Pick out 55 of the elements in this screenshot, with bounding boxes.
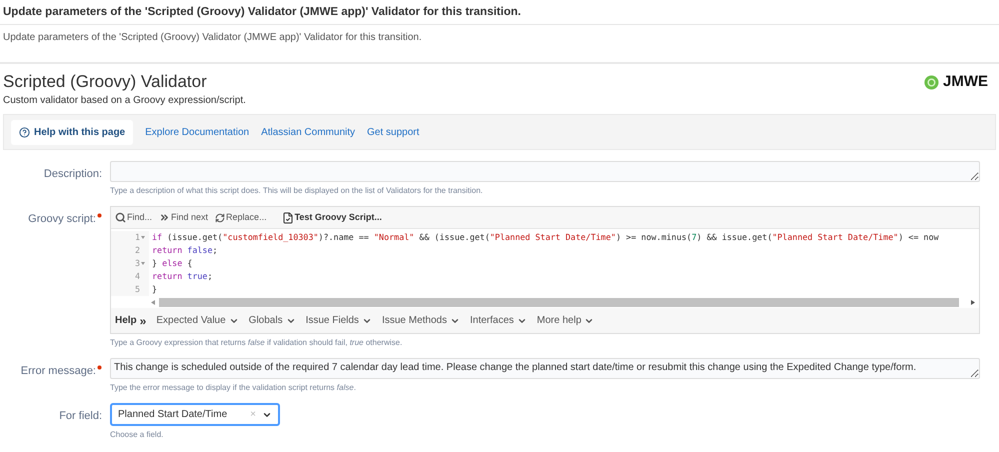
- code-line: return true;: [152, 270, 214, 284]
- refresh-icon: [215, 212, 226, 223]
- help-menu-dropdown[interactable]: More help: [536, 313, 594, 328]
- field-hint: Type a description of what this script does. This will be displayed on the list of Validators for the transition.: [110, 185, 484, 198]
- code-line: return false;: [152, 244, 219, 258]
- field-label: Error message:: [20, 364, 96, 380]
- dialog-title: Update parameters of the 'Scripted (Groovy) Validator (JMWE app)' Validator for this transition.: [3, 5, 522, 20]
- intro-text: Update parameters of the 'Scripted (Groovy) Validator (JMWE app)' Validator for this transition.: [2, 31, 423, 46]
- gear-logo-icon: [924, 74, 939, 90]
- toolbar-button[interactable]: Replace...: [215, 211, 267, 224]
- help-link[interactable]: Explore Documentation: [145, 124, 250, 140]
- help-menu-dropdown[interactable]: Expected Value: [156, 313, 239, 328]
- help-menu-dropdown[interactable]: Issue Fields: [306, 313, 372, 328]
- line-number: 5: [134, 283, 140, 296]
- line-number: 2: [134, 244, 140, 258]
- help-menu-dropdown[interactable]: Globals: [248, 313, 296, 328]
- code-line: if (issue.get("customfield_10303")?.name == "Normal" && (issue.get("Planned Start Date/Time") >= now.minus(7) && issue.get("Planned Start Date/Time") <= now: [152, 231, 940, 244]
- help-arrow: »: [140, 316, 146, 326]
- description-field[interactable]: [110, 161, 980, 182]
- help-link[interactable]: Get support: [367, 124, 420, 140]
- scroll-left-icon[interactable]: [151, 300, 155, 305]
- help-link[interactable]: Atlassian Community: [261, 124, 355, 140]
- scroll-right-icon[interactable]: [971, 300, 975, 305]
- brand-logo-text: JMWE: [943, 72, 988, 92]
- required-icon: [97, 213, 102, 218]
- field-select[interactable]: Planned Start Date/Time ×: [110, 403, 280, 426]
- line-number: 4: [134, 270, 140, 284]
- help-link[interactable]: Help with this page: [11, 120, 134, 145]
- field-label: Description:: [44, 167, 102, 182]
- page-title: Scripted (Groovy) Validator: [3, 72, 208, 92]
- line-number: 1: [134, 231, 140, 244]
- document-check-icon: [282, 212, 294, 224]
- fold-caret-icon[interactable]: [141, 262, 145, 266]
- toolbar-button[interactable]: Find...: [115, 211, 152, 224]
- field-hint: Type the error message to display if the validation script returns false.: [110, 382, 357, 394]
- horizontal-scrollbar[interactable]: [159, 298, 959, 307]
- search-icon: [115, 212, 126, 224]
- code-line: }: [152, 283, 158, 296]
- field-label: Groovy script:: [28, 212, 96, 228]
- field-label: For field:: [59, 409, 102, 424]
- field-hint: Type a Groovy expression that returns false if validation should fail, true otherwise.: [110, 337, 404, 350]
- field-hint: Choose a field.: [110, 429, 164, 442]
- toolbar-button[interactable]: Test Groovy Script...: [282, 211, 382, 224]
- help-icon: [19, 126, 30, 138]
- toolbar-button[interactable]: Find next: [159, 211, 208, 224]
- help-menu-dropdown[interactable]: Issue Methods: [382, 313, 460, 328]
- page-subtitle: Custom validator based on a Groovy expression/script.: [3, 94, 246, 108]
- help-menu-dropdown[interactable]: Interfaces: [470, 313, 527, 328]
- fold-caret-icon[interactable]: [141, 236, 145, 240]
- line-number: 3: [134, 257, 140, 270]
- help-label: Help: [115, 314, 137, 328]
- required-icon: [97, 365, 102, 370]
- code-line: } else {: [152, 257, 194, 270]
- error-message-field[interactable]: This change is scheduled outside of the required 7 calendar day lead time. Please change the planned start date/time or resubmit this change using the Expedited Change type/form.: [110, 358, 980, 380]
- double-chevron-icon: [159, 212, 170, 224]
